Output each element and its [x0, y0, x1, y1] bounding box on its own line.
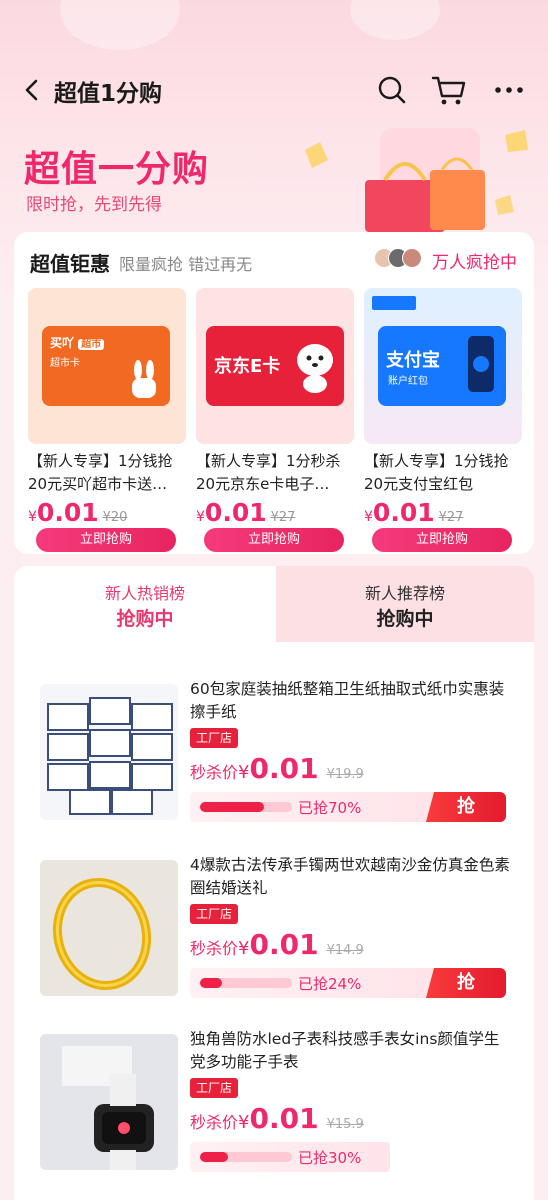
- progress-track: [200, 978, 292, 988]
- tab-label: 新人推荐榜: [364, 584, 445, 603]
- back-arrow-icon[interactable]: [20, 76, 44, 104]
- header-bar: 超值1分购: [0, 62, 548, 118]
- grab-button[interactable]: 抢: [426, 792, 506, 822]
- factory-store-badge: 工厂店: [190, 728, 239, 748]
- banner-subtitle: 限时抢，先到先得: [26, 195, 162, 215]
- shopping-bag-illustration: [305, 128, 528, 232]
- grab-button[interactable]: 抢: [426, 968, 506, 998]
- section-title: 超值钜惠: [30, 252, 110, 276]
- buy-now-button[interactable]: 立即抢购: [372, 528, 512, 552]
- cart-icon[interactable]: [430, 72, 468, 108]
- product-image: [40, 860, 178, 996]
- progress-track: [200, 802, 292, 812]
- factory-store-badge: 工厂店: [190, 904, 239, 924]
- product-image: [40, 1034, 178, 1170]
- product-item[interactable]: 60包家庭装抽纸整箱卫生纸抽取式纸巾实惠装擦手纸 工厂店 秒杀价¥0.01 ¥19…: [14, 670, 534, 830]
- avatar-group: [374, 248, 432, 270]
- coupon-name: 【新人专享】1分钱抢20元支付宝红包: [364, 452, 509, 493]
- product-item[interactable]: 4爆款古法传承手镯两世欢越南沙金仿真金色素圈结婚送礼 工厂店 秒杀价¥0.01 ¥…: [14, 846, 534, 1006]
- product-price: 秒杀价¥0.01 ¥14.9: [190, 928, 364, 961]
- coupon-name: 【新人专享】1分秒杀20元京东e卡电子…: [196, 452, 341, 493]
- tab-state: 抢购中: [116, 608, 174, 630]
- tab-new-user-recommend[interactable]: 新人推荐榜 抢购中: [276, 566, 534, 642]
- alipay-logo-icon: [372, 296, 416, 310]
- progress-text: 已抢70%: [298, 799, 362, 817]
- tab-state: 抢购中: [376, 608, 434, 630]
- product-item[interactable]: 独角兽防水led子表科技感手表女ins颜值学生党多功能子手表 工厂店 秒杀价¥0…: [14, 1020, 534, 1180]
- page-title: 超值1分购: [54, 81, 163, 107]
- jd-dog-icon: [297, 344, 333, 393]
- progress-fill: [200, 978, 223, 988]
- coupon-image: 京东E卡: [196, 288, 354, 444]
- progress-text: 已抢24%: [298, 975, 362, 993]
- coupon-card[interactable]: 支付宝 账户红包 【新人专享】1分钱抢20元支付宝红包 ¥0.01 ¥27 立即抢…: [364, 288, 522, 552]
- factory-store-badge: 工厂店: [190, 1078, 239, 1098]
- coupon-section: 超值钜惠 限量疯抢 错过再无 万人疯抢中 买吖 超市 超市卡 【新人专享】1分钱…: [14, 232, 534, 554]
- product-name: 独角兽防水led子表科技感手表女ins颜值学生党多功能子手表: [190, 1030, 500, 1071]
- product-name: 4爆款古法传承手镯两世欢越南沙金仿真金色素圈结婚送礼: [190, 856, 510, 897]
- coupon-name: 【新人专享】1分钱抢20元买吖超市卡送…: [28, 452, 173, 493]
- buy-now-button[interactable]: 立即抢购: [36, 528, 176, 552]
- coupon-price: ¥0.01 ¥27: [196, 498, 296, 527]
- coupon-price: ¥0.01 ¥27: [364, 498, 464, 527]
- ranking-section: 新人热销榜 抢购中 新人推荐榜 抢购中 60包家庭装抽纸整箱卫生纸抽取式纸巾实惠…: [14, 566, 534, 1200]
- rabbit-icon: [132, 360, 156, 398]
- phone-icon: [468, 336, 494, 392]
- grab-count-label: 万人疯抢中: [432, 253, 517, 273]
- progress-track: [200, 1152, 292, 1162]
- product-price: 秒杀价¥0.01 ¥19.9: [190, 752, 364, 785]
- product-price: 秒杀价¥0.01 ¥15.9: [190, 1102, 364, 1135]
- coupon-card[interactable]: 京东E卡 【新人专享】1分秒杀20元京东e卡电子… ¥0.01 ¥27 立即抢购: [196, 288, 354, 552]
- coupon-image: 支付宝 账户红包: [364, 288, 522, 444]
- tab-new-user-hot[interactable]: 新人热销榜 抢购中: [14, 566, 276, 642]
- coupon-image: 买吖 超市 超市卡: [28, 288, 186, 444]
- buy-now-button[interactable]: 立即抢购: [204, 528, 344, 552]
- sales-progress: 已抢30%: [190, 1142, 390, 1172]
- sales-progress: 已抢70%: [190, 792, 440, 822]
- progress-fill: [200, 802, 265, 812]
- more-icon[interactable]: [492, 76, 526, 104]
- progress-text: 已抢30%: [298, 1149, 362, 1167]
- sales-progress: 已抢24%: [190, 968, 440, 998]
- section-subtitle: 限量疯抢 错过再无: [119, 255, 253, 274]
- tab-label: 新人热销榜: [104, 584, 185, 603]
- banner-title: 超值一分购: [24, 149, 210, 190]
- coupon-price: ¥0.01 ¥20: [28, 498, 128, 527]
- product-name: 60包家庭装抽纸整箱卫生纸抽取式纸巾实惠装擦手纸: [190, 680, 505, 721]
- coupon-card[interactable]: 买吖 超市 超市卡 【新人专享】1分钱抢20元买吖超市卡送… ¥0.01 ¥20 …: [28, 288, 186, 552]
- product-image: [40, 684, 178, 820]
- avatar: [402, 248, 422, 268]
- progress-fill: [200, 1152, 228, 1162]
- search-icon[interactable]: [376, 74, 408, 106]
